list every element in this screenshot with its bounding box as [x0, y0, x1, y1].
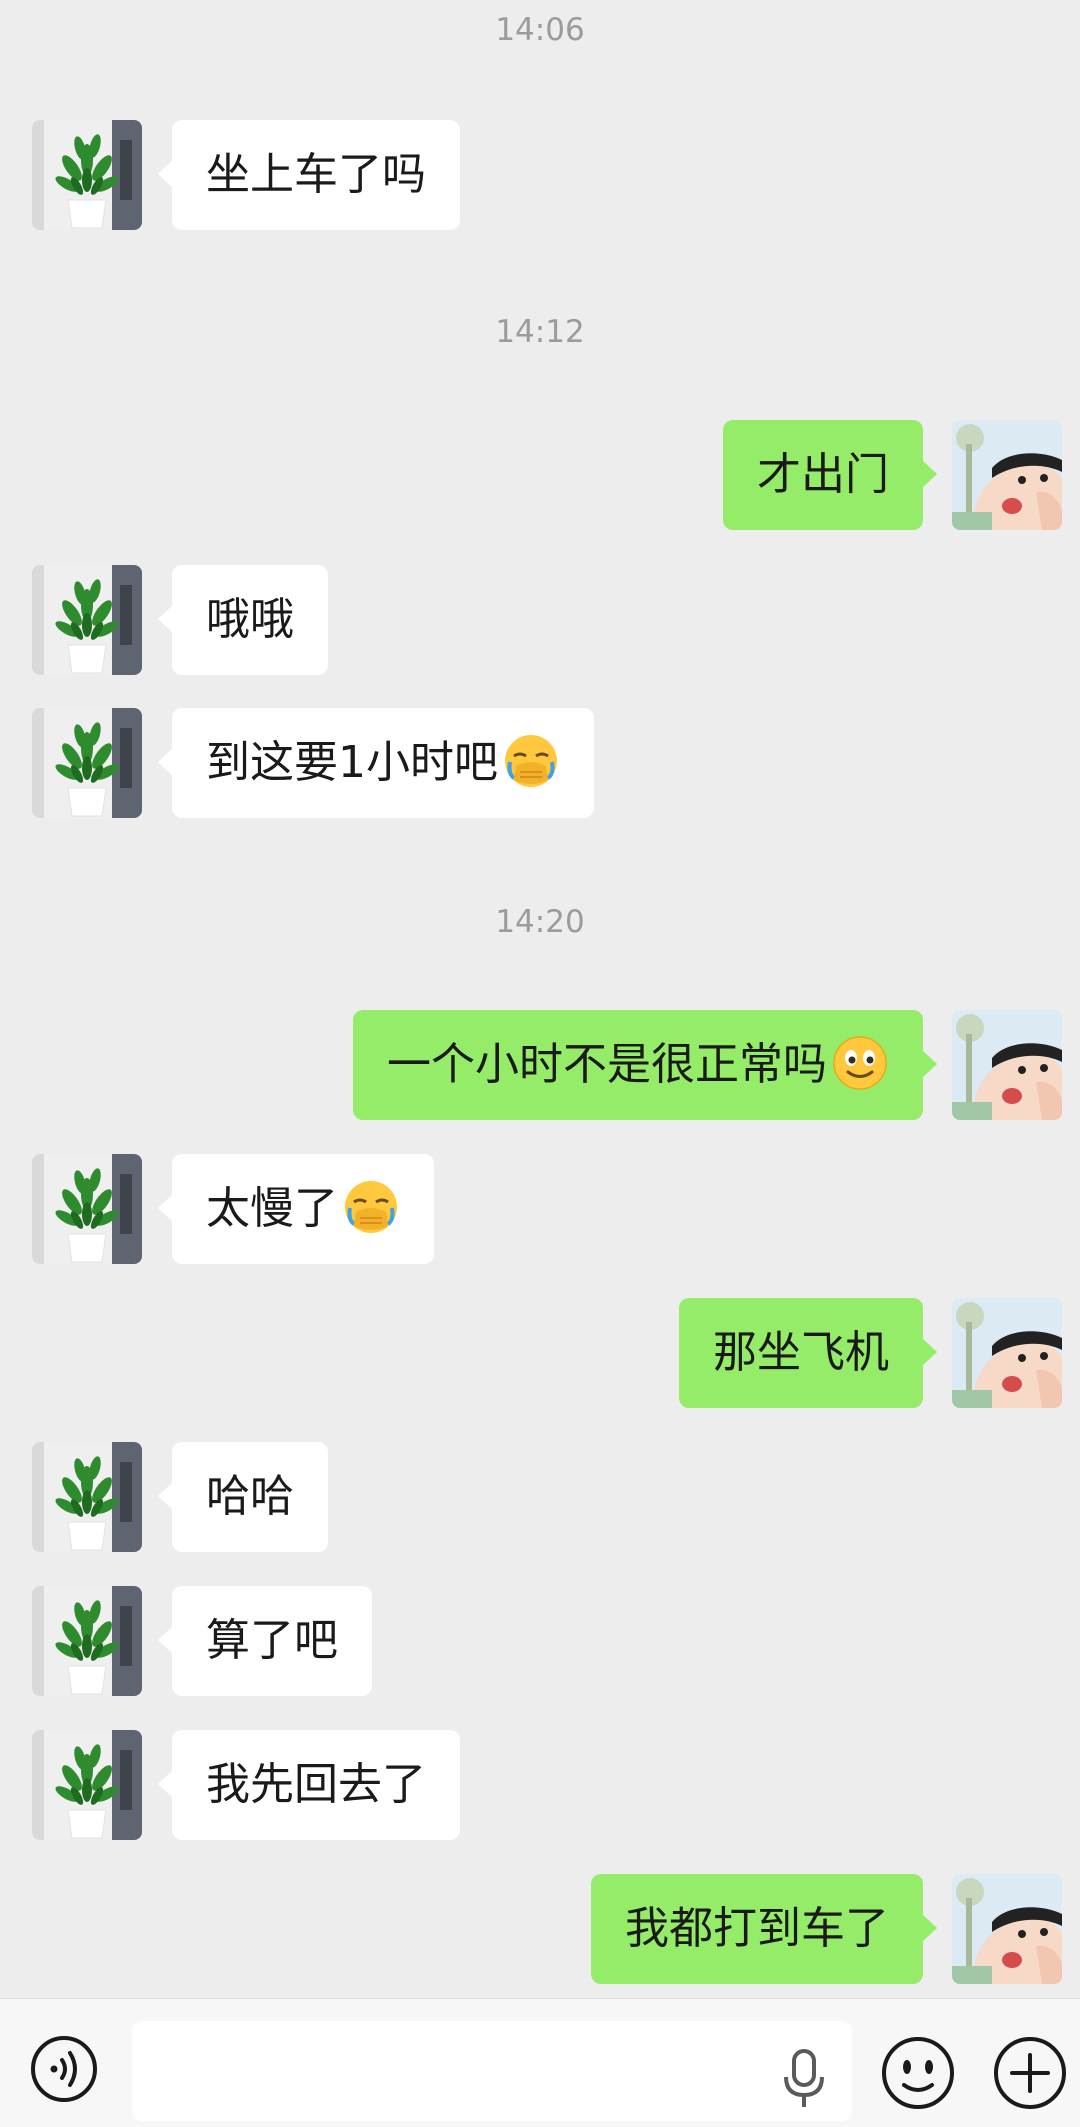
contact-avatar[interactable] — [32, 1154, 142, 1264]
message-row: 算了吧 — [0, 1586, 1080, 1696]
my-avatar[interactable] — [952, 1874, 1062, 1984]
message-row: 哦哦 — [0, 565, 1080, 675]
message-text: 太慢了 — [206, 1183, 338, 1234]
message-text: 我都打到车了 — [625, 1903, 889, 1954]
contact-avatar[interactable] — [32, 565, 142, 675]
timestamp: 14:06 — [495, 12, 585, 48]
message-row: 到这要1小时吧 — [0, 708, 1080, 818]
chat-area[interactable]: 14:06 坐上车了吗 14:12 才出门 哦哦 到这要1小时吧 14:20 一… — [0, 0, 1080, 1998]
contact-avatar[interactable] — [32, 1442, 142, 1552]
message-bubble-sent[interactable]: 我都打到车了 — [591, 1874, 937, 1984]
message-row: 太慢了 — [0, 1154, 1080, 1264]
timestamp: 14:20 — [495, 904, 585, 940]
message-text: 才出门 — [757, 449, 889, 500]
facepalm-emoji-icon — [342, 1178, 400, 1236]
message-row: 才出门 — [0, 420, 1080, 530]
message-text: 哦哦 — [206, 594, 294, 645]
smile-emoji-icon — [831, 1034, 889, 1092]
message-bubble-sent[interactable]: 才出门 — [723, 420, 937, 530]
input-bar — [0, 1998, 1080, 2127]
emoji-sticker-icon[interactable] — [880, 2035, 956, 2111]
message-row: 那坐飞机 — [0, 1298, 1080, 1408]
message-bubble-received[interactable]: 哈哈 — [158, 1442, 328, 1552]
message-row: 坐上车了吗 — [0, 120, 1080, 230]
plus-more-icon[interactable] — [992, 2035, 1068, 2111]
message-bubble-received[interactable]: 太慢了 — [158, 1154, 434, 1264]
voice-mode-icon[interactable] — [30, 2035, 98, 2103]
my-avatar[interactable] — [952, 1010, 1062, 1120]
microphone-icon[interactable] — [782, 2049, 826, 2109]
message-row: 一个小时不是很正常吗 — [0, 1010, 1080, 1120]
contact-avatar[interactable] — [32, 1730, 142, 1840]
message-bubble-received[interactable]: 算了吧 — [158, 1586, 372, 1696]
message-text: 我先回去了 — [206, 1759, 426, 1810]
message-bubble-received[interactable]: 到这要1小时吧 — [158, 708, 594, 818]
contact-avatar[interactable] — [32, 120, 142, 230]
timestamp: 14:12 — [495, 314, 585, 350]
contact-avatar[interactable] — [32, 1586, 142, 1696]
message-row: 我先回去了 — [0, 1730, 1080, 1840]
message-text: 算了吧 — [206, 1615, 338, 1666]
message-bubble-received[interactable]: 坐上车了吗 — [158, 120, 460, 230]
message-bubble-sent[interactable]: 一个小时不是很正常吗 — [353, 1010, 937, 1120]
facepalm-emoji-icon — [502, 732, 560, 790]
message-row: 哈哈 — [0, 1442, 1080, 1552]
contact-avatar[interactable] — [32, 708, 142, 818]
my-avatar[interactable] — [952, 420, 1062, 530]
message-bubble-sent[interactable]: 那坐飞机 — [679, 1298, 937, 1408]
message-text: 到这要1小时吧 — [206, 737, 498, 788]
message-bubble-received[interactable]: 我先回去了 — [158, 1730, 460, 1840]
message-input[interactable] — [132, 2021, 852, 2121]
message-text: 哈哈 — [206, 1471, 294, 1522]
my-avatar[interactable] — [952, 1298, 1062, 1408]
message-row: 我都打到车了 — [0, 1874, 1080, 1984]
message-bubble-received[interactable]: 哦哦 — [158, 565, 328, 675]
message-text: 一个小时不是很正常吗 — [387, 1039, 827, 1090]
message-text: 那坐飞机 — [713, 1327, 889, 1378]
message-text: 坐上车了吗 — [206, 149, 426, 200]
